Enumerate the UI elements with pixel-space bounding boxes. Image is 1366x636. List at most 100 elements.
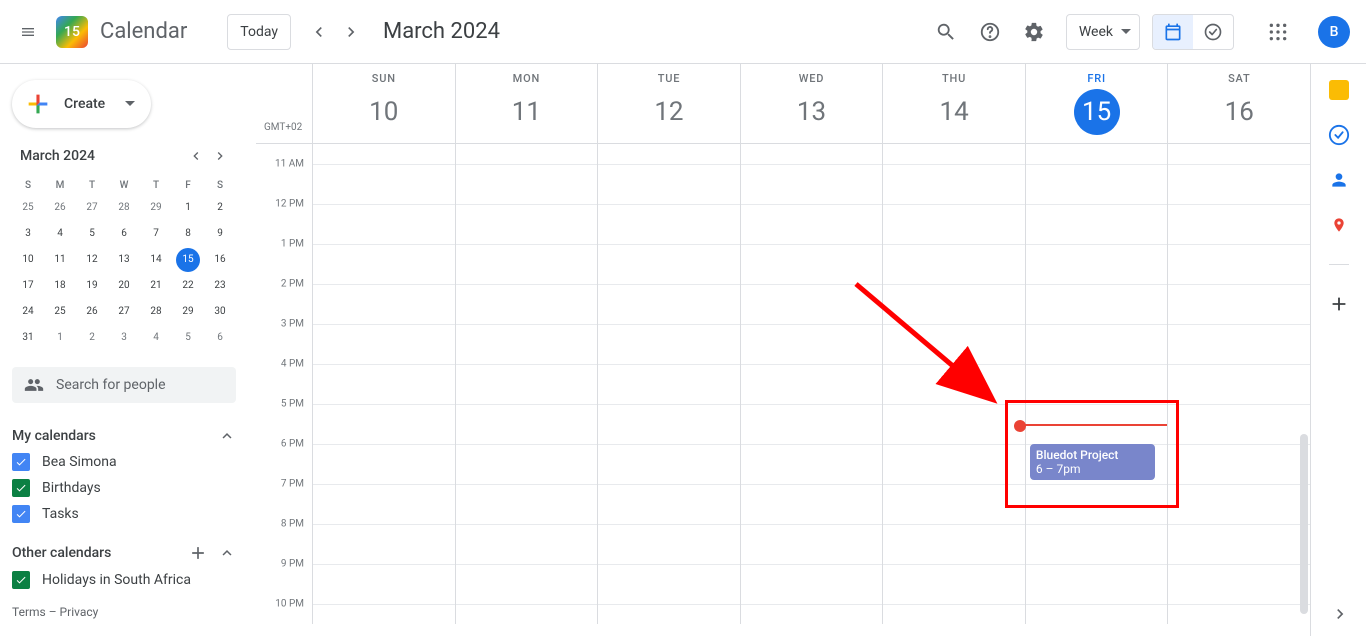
day-column[interactable]	[312, 144, 455, 624]
mini-day[interactable]: 15	[176, 248, 200, 272]
mini-day[interactable]: 3	[16, 222, 40, 246]
mini-day[interactable]: 5	[80, 222, 104, 246]
day-number[interactable]: 15	[1074, 89, 1120, 135]
mini-day[interactable]: 9	[208, 222, 232, 246]
day-number[interactable]: 14	[931, 89, 977, 135]
main-menu-button[interactable]	[8, 12, 48, 52]
mini-day[interactable]: 29	[144, 196, 168, 220]
tasks-view-toggle[interactable]	[1193, 15, 1233, 49]
mini-day[interactable]: 1	[48, 326, 72, 350]
get-addons-button[interactable]	[1328, 293, 1350, 315]
mini-day[interactable]: 23	[208, 274, 232, 298]
mini-day[interactable]: 26	[80, 300, 104, 324]
mini-day[interactable]: 22	[176, 274, 200, 298]
mini-day[interactable]: 4	[144, 326, 168, 350]
mini-day[interactable]: 28	[144, 300, 168, 324]
next-week-button[interactable]	[335, 16, 367, 48]
day-number[interactable]: 10	[361, 89, 407, 135]
today-button[interactable]: Today	[227, 14, 291, 50]
day-header[interactable]: FRI15	[1025, 64, 1168, 143]
other-calendars-header[interactable]: Other calendars	[8, 539, 240, 567]
mini-day[interactable]: 2	[80, 326, 104, 350]
calendar-checkbox[interactable]	[12, 571, 30, 589]
mini-day[interactable]: 25	[16, 196, 40, 220]
tasks-icon[interactable]	[1328, 124, 1350, 146]
day-header[interactable]: THU14	[882, 64, 1025, 143]
google-apps-button[interactable]	[1258, 12, 1298, 52]
calendar-view-toggle[interactable]	[1153, 15, 1193, 49]
scrollbar-thumb[interactable]	[1300, 434, 1308, 614]
grid-body[interactable]: 11 AM12 PM1 PM2 PM3 PM4 PM5 PM6 PM7 PM8 …	[256, 144, 1310, 624]
mini-day[interactable]: 1	[176, 196, 200, 220]
mini-day[interactable]: 27	[80, 196, 104, 220]
mini-next-month[interactable]	[208, 144, 232, 168]
day-header[interactable]: WED13	[740, 64, 883, 143]
mini-day[interactable]: 10	[16, 248, 40, 272]
calendar-item[interactable]: Tasks	[8, 501, 240, 527]
mini-day[interactable]: 14	[144, 248, 168, 272]
calendar-checkbox[interactable]	[12, 505, 30, 523]
mini-day[interactable]: 2	[208, 196, 232, 220]
mini-day[interactable]: 8	[176, 222, 200, 246]
mini-prev-month[interactable]	[184, 144, 208, 168]
mini-day[interactable]: 6	[208, 326, 232, 350]
day-column[interactable]: Bluedot Project6 – 7pm	[1025, 144, 1168, 624]
settings-button[interactable]	[1014, 12, 1054, 52]
view-selector[interactable]: Week	[1066, 14, 1140, 50]
mini-day[interactable]: 20	[112, 274, 136, 298]
calendar-checkbox[interactable]	[12, 453, 30, 471]
help-button[interactable]	[970, 12, 1010, 52]
day-column[interactable]	[1167, 144, 1310, 624]
create-button[interactable]: Create	[12, 80, 151, 128]
calendar-item[interactable]: Bea Simona	[8, 449, 240, 475]
scrollbar[interactable]	[1298, 144, 1310, 636]
day-column[interactable]	[740, 144, 883, 624]
day-header[interactable]: SAT16	[1167, 64, 1310, 143]
calendar-item[interactable]: Holidays in South Africa	[8, 567, 240, 593]
mini-day[interactable]: 18	[48, 274, 72, 298]
day-number[interactable]: 16	[1216, 89, 1262, 135]
mini-day[interactable]: 13	[112, 248, 136, 272]
mini-day[interactable]: 28	[112, 196, 136, 220]
day-header[interactable]: TUE12	[597, 64, 740, 143]
day-column[interactable]	[882, 144, 1025, 624]
account-avatar[interactable]: B	[1318, 16, 1350, 48]
calendar-checkbox[interactable]	[12, 479, 30, 497]
mini-day[interactable]: 21	[144, 274, 168, 298]
day-number[interactable]: 11	[503, 89, 549, 135]
mini-day[interactable]: 12	[80, 248, 104, 272]
hide-side-panel-button[interactable]	[1330, 604, 1350, 628]
day-header[interactable]: SUN10	[312, 64, 455, 143]
mini-day[interactable]: 30	[208, 300, 232, 324]
mini-day[interactable]: 6	[112, 222, 136, 246]
mini-day[interactable]: 31	[16, 326, 40, 350]
mini-day[interactable]: 25	[48, 300, 72, 324]
contacts-icon[interactable]	[1329, 170, 1349, 190]
search-people-input[interactable]: Search for people	[12, 367, 236, 403]
my-calendars-header[interactable]: My calendars	[8, 423, 240, 449]
day-number[interactable]: 13	[789, 89, 835, 135]
search-button[interactable]	[926, 12, 966, 52]
keep-icon[interactable]	[1329, 80, 1349, 100]
mini-day[interactable]: 7	[144, 222, 168, 246]
mini-day[interactable]: 19	[80, 274, 104, 298]
calendar-event[interactable]: Bluedot Project6 – 7pm	[1030, 444, 1156, 480]
mini-day[interactable]: 5	[176, 326, 200, 350]
day-header[interactable]: MON11	[455, 64, 598, 143]
day-column[interactable]	[597, 144, 740, 624]
mini-day[interactable]: 4	[48, 222, 72, 246]
mini-day[interactable]: 24	[16, 300, 40, 324]
mini-day[interactable]: 17	[16, 274, 40, 298]
mini-day[interactable]: 11	[48, 248, 72, 272]
day-column[interactable]	[455, 144, 598, 624]
mini-day[interactable]: 29	[176, 300, 200, 324]
mini-day[interactable]: 26	[48, 196, 72, 220]
prev-week-button[interactable]	[303, 16, 335, 48]
add-calendar-button[interactable]	[188, 543, 208, 563]
footer-links[interactable]: Terms – Privacy	[8, 593, 240, 619]
mini-day[interactable]: 3	[112, 326, 136, 350]
mini-day[interactable]: 27	[112, 300, 136, 324]
day-number[interactable]: 12	[646, 89, 692, 135]
mini-day[interactable]: 16	[208, 248, 232, 272]
calendar-item[interactable]: Birthdays	[8, 475, 240, 501]
